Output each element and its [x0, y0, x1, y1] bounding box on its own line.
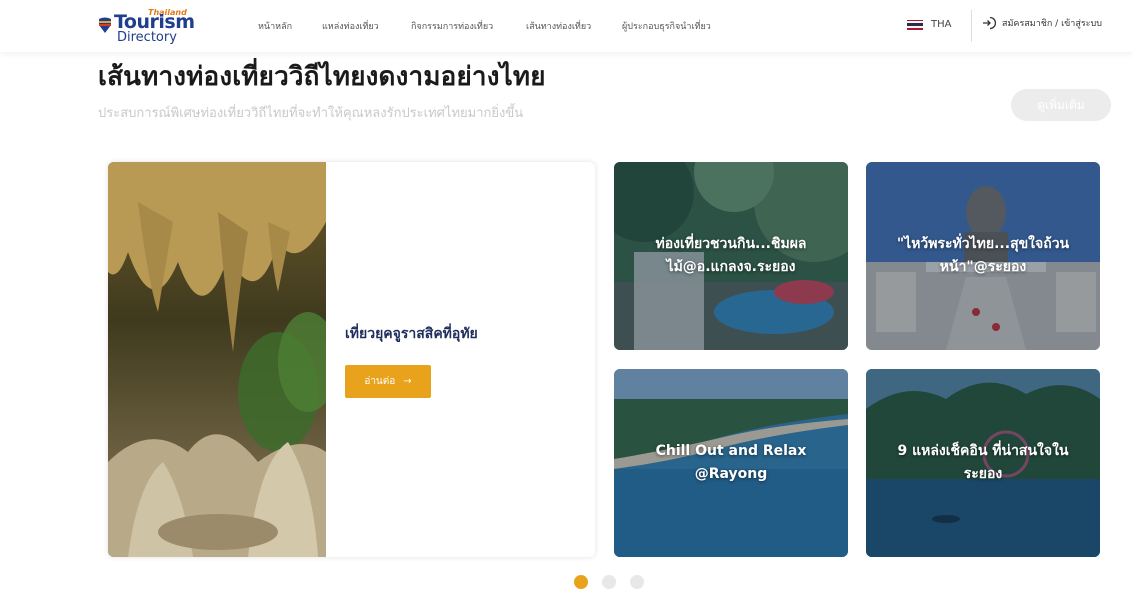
- route-card-title: Chill Out and Relax @Rayong: [655, 443, 807, 482]
- read-more-label: อ่านต่อ: [364, 376, 396, 387]
- nav-routes[interactable]: เส้นทางท่องเที่ยว: [526, 19, 591, 33]
- featured-route-card[interactable]: เที่ยวยุคจูราสสิคที่อุทัย อ่านต่อ →: [108, 162, 595, 557]
- read-more-button[interactable]: อ่านต่อ →: [345, 365, 431, 398]
- route-card[interactable]: 9 แหล่งเช็คอิน ที่น่าสนใจใน ระยอง: [866, 369, 1100, 557]
- login-icon: [983, 16, 996, 30]
- thai-flag-icon: [907, 19, 923, 30]
- route-card-title: 9 แหล่งเช็คอิน ที่น่าสนใจใน ระยอง: [897, 443, 1069, 482]
- language-label: THA: [931, 19, 952, 30]
- arrow-right-icon: →: [403, 376, 412, 387]
- site-header: Thailand Tourism Directory หน้าหลัก แหล่…: [0, 0, 1133, 52]
- pagination-dot[interactable]: [574, 575, 588, 589]
- section-subtitle: ประสบการณ์พิเศษท่องเที่ยววิถีไทยที่จะทำใ…: [98, 106, 524, 121]
- pagination-dot[interactable]: [602, 575, 616, 589]
- site-logo[interactable]: Thailand Tourism Directory: [96, 8, 195, 46]
- route-card[interactable]: "ไหว้พระทั่วไทย...สุขใจถ้วน หน้า"@ระยอง: [866, 162, 1100, 350]
- route-card[interactable]: ท่องเที่ยวชวนกิน...ชิมผล ไม้@อ.แกลงจ.ระย…: [614, 162, 848, 350]
- login-label: สมัครสมาชิก / เข้าสู่ระบบ: [1002, 19, 1102, 29]
- cave-image: [108, 162, 326, 557]
- language-selector[interactable]: THA: [907, 19, 951, 30]
- carousel-pagination: [574, 575, 644, 589]
- login-link[interactable]: สมัครสมาชิก / เข้าสู่ระบบ: [982, 16, 1102, 30]
- pagination-dot[interactable]: [630, 575, 644, 589]
- logo-pin-icon: [99, 17, 111, 33]
- header-divider: [971, 10, 972, 42]
- nav-attractions[interactable]: แหล่งท่องเที่ยว: [322, 19, 379, 33]
- see-more-button[interactable]: ดูเพิ่มเติม: [1011, 89, 1111, 121]
- section-title: เส้นทางท่องเที่ยววิถีไทยงดงามอย่างไทย: [98, 62, 546, 92]
- logo-word-directory: Directory: [117, 30, 177, 45]
- route-card-title: "ไหว้พระทั่วไทย...สุขใจถ้วน หน้า"@ระยอง: [896, 236, 1070, 275]
- route-card-title: ท่องเที่ยวชวนกิน...ชิมผล ไม้@อ.แกลงจ.ระย…: [655, 236, 807, 275]
- nav-activities[interactable]: กิจกรรมการท่องเที่ยว: [411, 19, 493, 33]
- nav-home[interactable]: หน้าหลัก: [258, 19, 292, 33]
- nav-tour-operators[interactable]: ผู้ประกอบธุรกิจนำเที่ยว: [622, 19, 711, 33]
- route-card[interactable]: Chill Out and Relax @Rayong: [614, 369, 848, 557]
- featured-route-title[interactable]: เที่ยวยุคจูราสสิคที่อุทัย: [345, 323, 478, 345]
